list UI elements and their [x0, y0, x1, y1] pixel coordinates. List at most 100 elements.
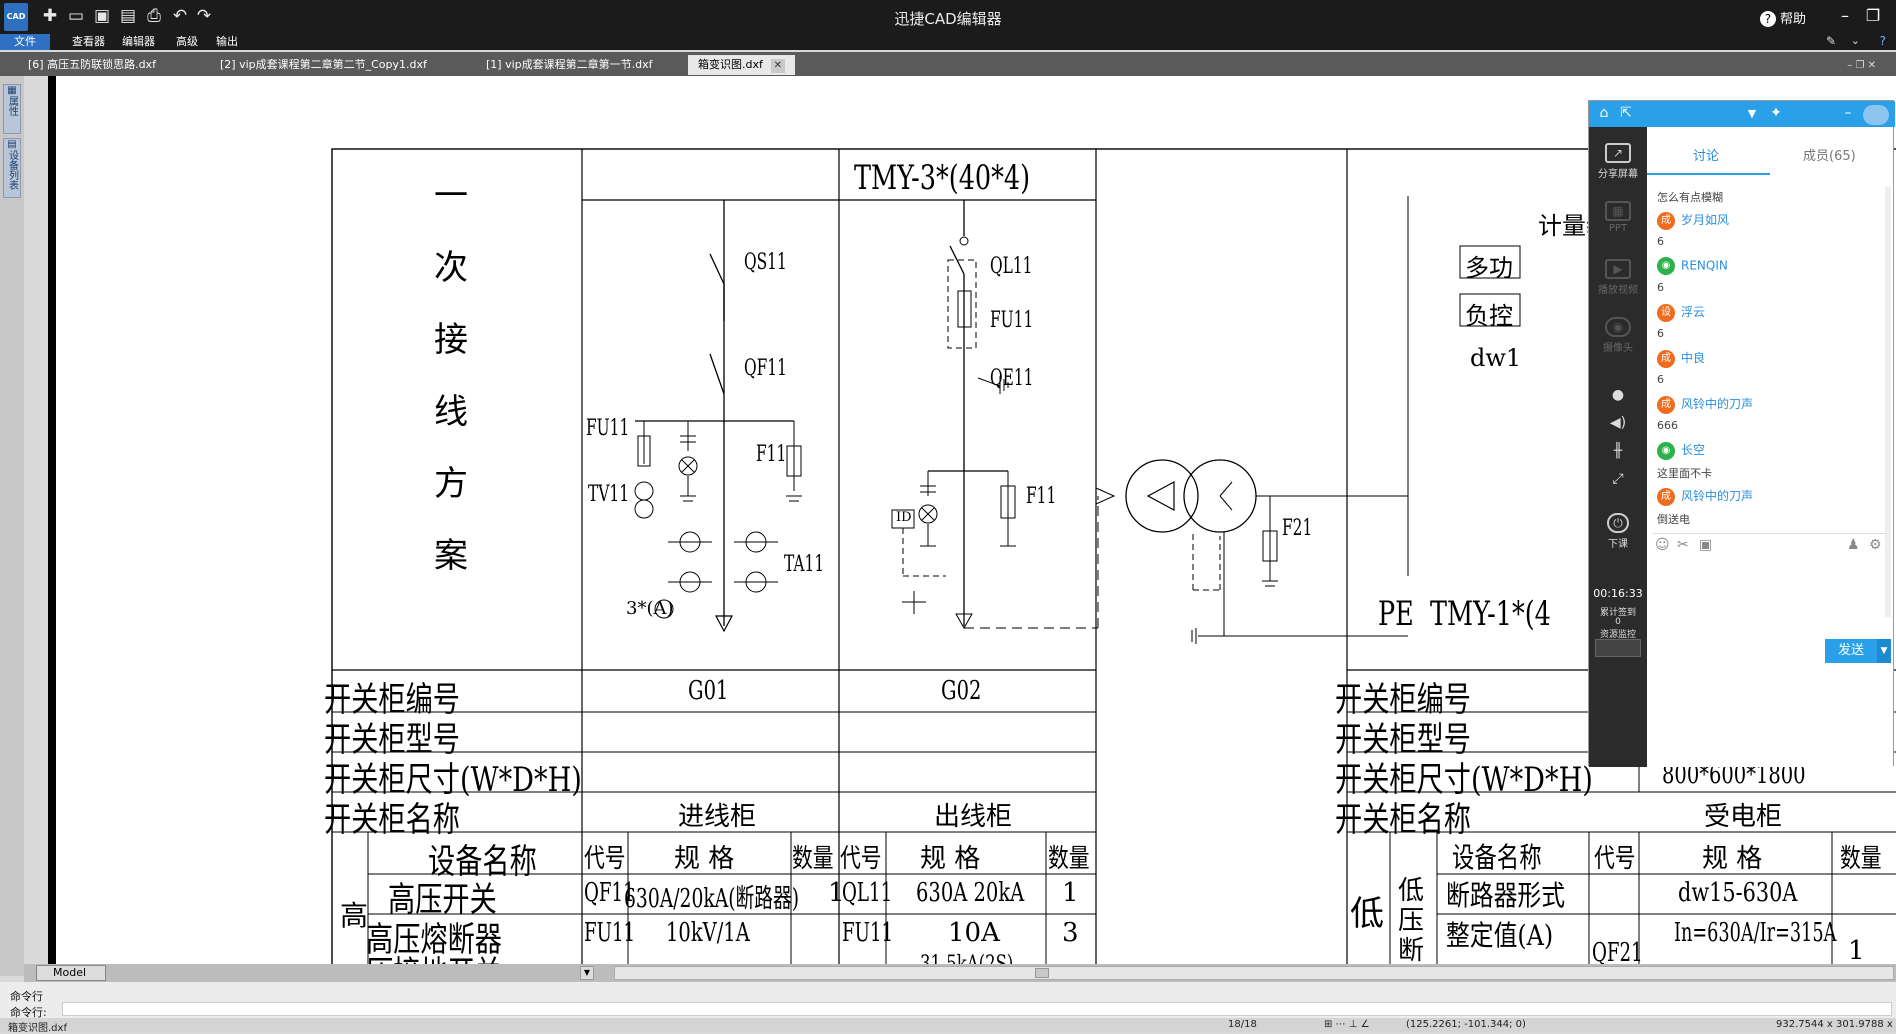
chat-scrollbar[interactable] — [1885, 187, 1891, 617]
window-title: 迅捷CAD编辑器 — [894, 10, 1002, 28]
camera-icon: ◉ — [1605, 317, 1631, 337]
power-icon: ⏻ — [1607, 513, 1629, 533]
live-class-chat-panel: ⌂ ⇱ ▼ ✦ – ✕ ↗ 分享屏幕 ▦ PPT ▶ 播放视频 ◉ 摄像头 ● ◀) ╫… — [1588, 100, 1895, 767]
tv11-label: TV11 — [588, 482, 629, 507]
command-area: 命令行 命令行: — [0, 982, 1896, 1019]
message-text: 6 — [1657, 327, 1664, 340]
command-input[interactable] — [62, 1002, 1892, 1016]
equalizer-icon[interactable]: ╫ — [1589, 443, 1647, 459]
end-class-button[interactable]: ⏻ 下课 — [1589, 513, 1647, 550]
snap-icons[interactable]: ⊞ ⋯ ⊥ ∠ — [1324, 1019, 1370, 1030]
fullscreen-icon[interactable]: ⤢ — [1589, 471, 1647, 487]
code-header-g01: 代号 — [584, 844, 626, 874]
breaker-form-label: 断路器形式 — [1446, 879, 1566, 912]
message-author[interactable]: ◉ RENQIN — [1657, 257, 1728, 275]
g01-name: 进线柜 — [678, 802, 757, 832]
minimize-button[interactable]: – — [1834, 6, 1856, 26]
dw-label: dw1 — [1470, 344, 1522, 372]
window-controls-icon[interactable]: – ❐ ✕ — [1847, 60, 1876, 71]
message-author[interactable]: 设浮云 — [1657, 303, 1705, 322]
settings-icon[interactable]: ⚙ — [1869, 537, 1882, 553]
message-text: 6 — [1657, 373, 1664, 386]
avatar: 成 — [1657, 211, 1675, 230]
play-video-button[interactable]: ▶ 播放视频 — [1589, 259, 1647, 296]
shirt-icon[interactable]: ⌂ — [1595, 105, 1613, 121]
share-icon[interactable]: ⇱ — [1617, 105, 1635, 121]
help-button[interactable]: ? 帮助 — [1759, 8, 1806, 27]
properties-icon: ▦ — [7, 85, 17, 96]
message-author[interactable]: 成岁月如风 — [1657, 211, 1729, 230]
message-author[interactable]: 成中良 — [1657, 349, 1705, 368]
chevron-down-icon[interactable]: ▼ — [580, 966, 594, 980]
pen-icon[interactable]: ✎ — [1826, 34, 1836, 48]
device-list-tab-label: 设备列表 — [6, 150, 18, 190]
maximize-button[interactable]: ❐ — [1862, 6, 1884, 26]
chat-input[interactable] — [1653, 559, 1887, 639]
breaker-model: dw15-630A — [1678, 878, 1798, 908]
tab-doc-6[interactable]: [6] 高压五防联锁思路.dxf — [18, 55, 166, 75]
scissors-icon[interactable]: ✂ — [1677, 537, 1689, 553]
dropdown-icon[interactable]: ▼ — [1743, 107, 1761, 120]
horizontal-scrollbar[interactable] — [614, 966, 1894, 980]
tab-doc-1[interactable]: [1] vip成套课程第二章第一节.dxf — [476, 55, 663, 75]
g01-fuse-spec: 10kV/1A — [666, 918, 750, 948]
tab-members[interactable]: 成员(65) — [1803, 145, 1856, 164]
model-bar: Model ▼ — [24, 964, 1896, 982]
send-options-icon[interactable]: ▼ — [1877, 639, 1891, 663]
pin-icon[interactable]: ✦ — [1767, 105, 1785, 121]
chat-main: 讨论 成员(65) 怎么有点模糊 成岁月如风 6 ◉ RENQIN 6 设浮云 6… — [1647, 105, 1893, 767]
emoji-icon[interactable]: ☺ — [1655, 537, 1670, 553]
g02-switch-spec: 630A 20kA — [916, 878, 1025, 908]
wechat-icon: ◉ — [1657, 257, 1675, 275]
message-text: 6 — [1657, 235, 1664, 248]
command-history: 命令行 — [10, 990, 43, 1003]
list-icon: ▤ — [7, 139, 17, 150]
device-list-tab[interactable]: ▤ 设备列表 — [3, 138, 21, 198]
tab-discussion[interactable]: 讨论 — [1693, 145, 1719, 164]
menu-advanced[interactable]: 高级 — [170, 34, 204, 50]
title-char: 线 — [434, 392, 468, 432]
g02-no: G02 — [941, 676, 982, 706]
speaker-icon[interactable]: ◀) — [1589, 415, 1647, 431]
message-text: 666 — [1657, 419, 1678, 432]
ppt-label: PPT — [1608, 223, 1628, 234]
ppt-button[interactable]: ▦ PPT — [1589, 201, 1647, 234]
status-drawing-size: 932.7544 x 301.9788 x 0 — [1776, 1019, 1896, 1030]
f11-label-g02: F11 — [1026, 484, 1057, 509]
tab-doc-2[interactable]: [2] vip成套课程第二章第二节_Copy1.dxf — [210, 55, 437, 75]
author-name: 浮云 — [1681, 305, 1706, 319]
author-name: 长空 — [1681, 443, 1706, 457]
info-icon[interactable]: ? — [1880, 34, 1886, 48]
author-name: RENQIN — [1681, 258, 1728, 273]
message-author[interactable]: 成风铃中的刀声 — [1657, 395, 1753, 414]
id-label: ID — [896, 510, 912, 525]
message-author[interactable]: ◉ 长空 — [1657, 441, 1705, 460]
close-icon[interactable]: ✕ — [770, 59, 785, 73]
properties-tab[interactable]: ▦ 属性 — [3, 84, 21, 134]
tab-doc-active[interactable]: 箱变识图.dxf ✕ — [688, 55, 795, 75]
g01-switch-spec: 630A/20kA(断路器) — [624, 884, 800, 914]
author-name: 风铃中的刀声 — [1681, 397, 1754, 411]
signin-count: 0 — [1615, 617, 1621, 627]
minimize-icon[interactable]: – — [1839, 105, 1857, 121]
right-cabinet-name-label: 开关柜名称 — [1335, 800, 1471, 840]
model-tab[interactable]: Model — [36, 965, 106, 981]
ta11-label: TA11 — [784, 552, 825, 577]
users-icon[interactable]: ♟ — [1847, 537, 1860, 553]
menu-editor[interactable]: 编辑器 — [116, 34, 161, 50]
menu-file[interactable]: 文件 — [0, 34, 50, 50]
send-button[interactable]: 发送 — [1825, 639, 1877, 663]
mic-icon[interactable]: ● — [1589, 387, 1647, 403]
message-author[interactable]: 成风铃中的刀声 — [1657, 487, 1753, 506]
menu-output[interactable]: 输出 — [210, 34, 244, 50]
help-icon: ? — [1759, 11, 1776, 27]
chevron-down-icon[interactable]: ⌄ — [1851, 34, 1860, 47]
menu-viewer[interactable]: 查看器 — [66, 34, 111, 50]
share-screen-button[interactable]: ↗ 分享屏幕 — [1589, 143, 1647, 180]
chat-header: ⌂ ⇱ ▼ ✦ – ✕ — [1589, 101, 1895, 127]
image-icon[interactable]: ▣ — [1699, 537, 1712, 553]
camera-button[interactable]: ◉ 摄像头 — [1589, 317, 1647, 354]
title-char: 接 — [434, 320, 468, 360]
scroll-thumb[interactable] — [1035, 968, 1049, 978]
title-char: 案 — [434, 536, 468, 576]
